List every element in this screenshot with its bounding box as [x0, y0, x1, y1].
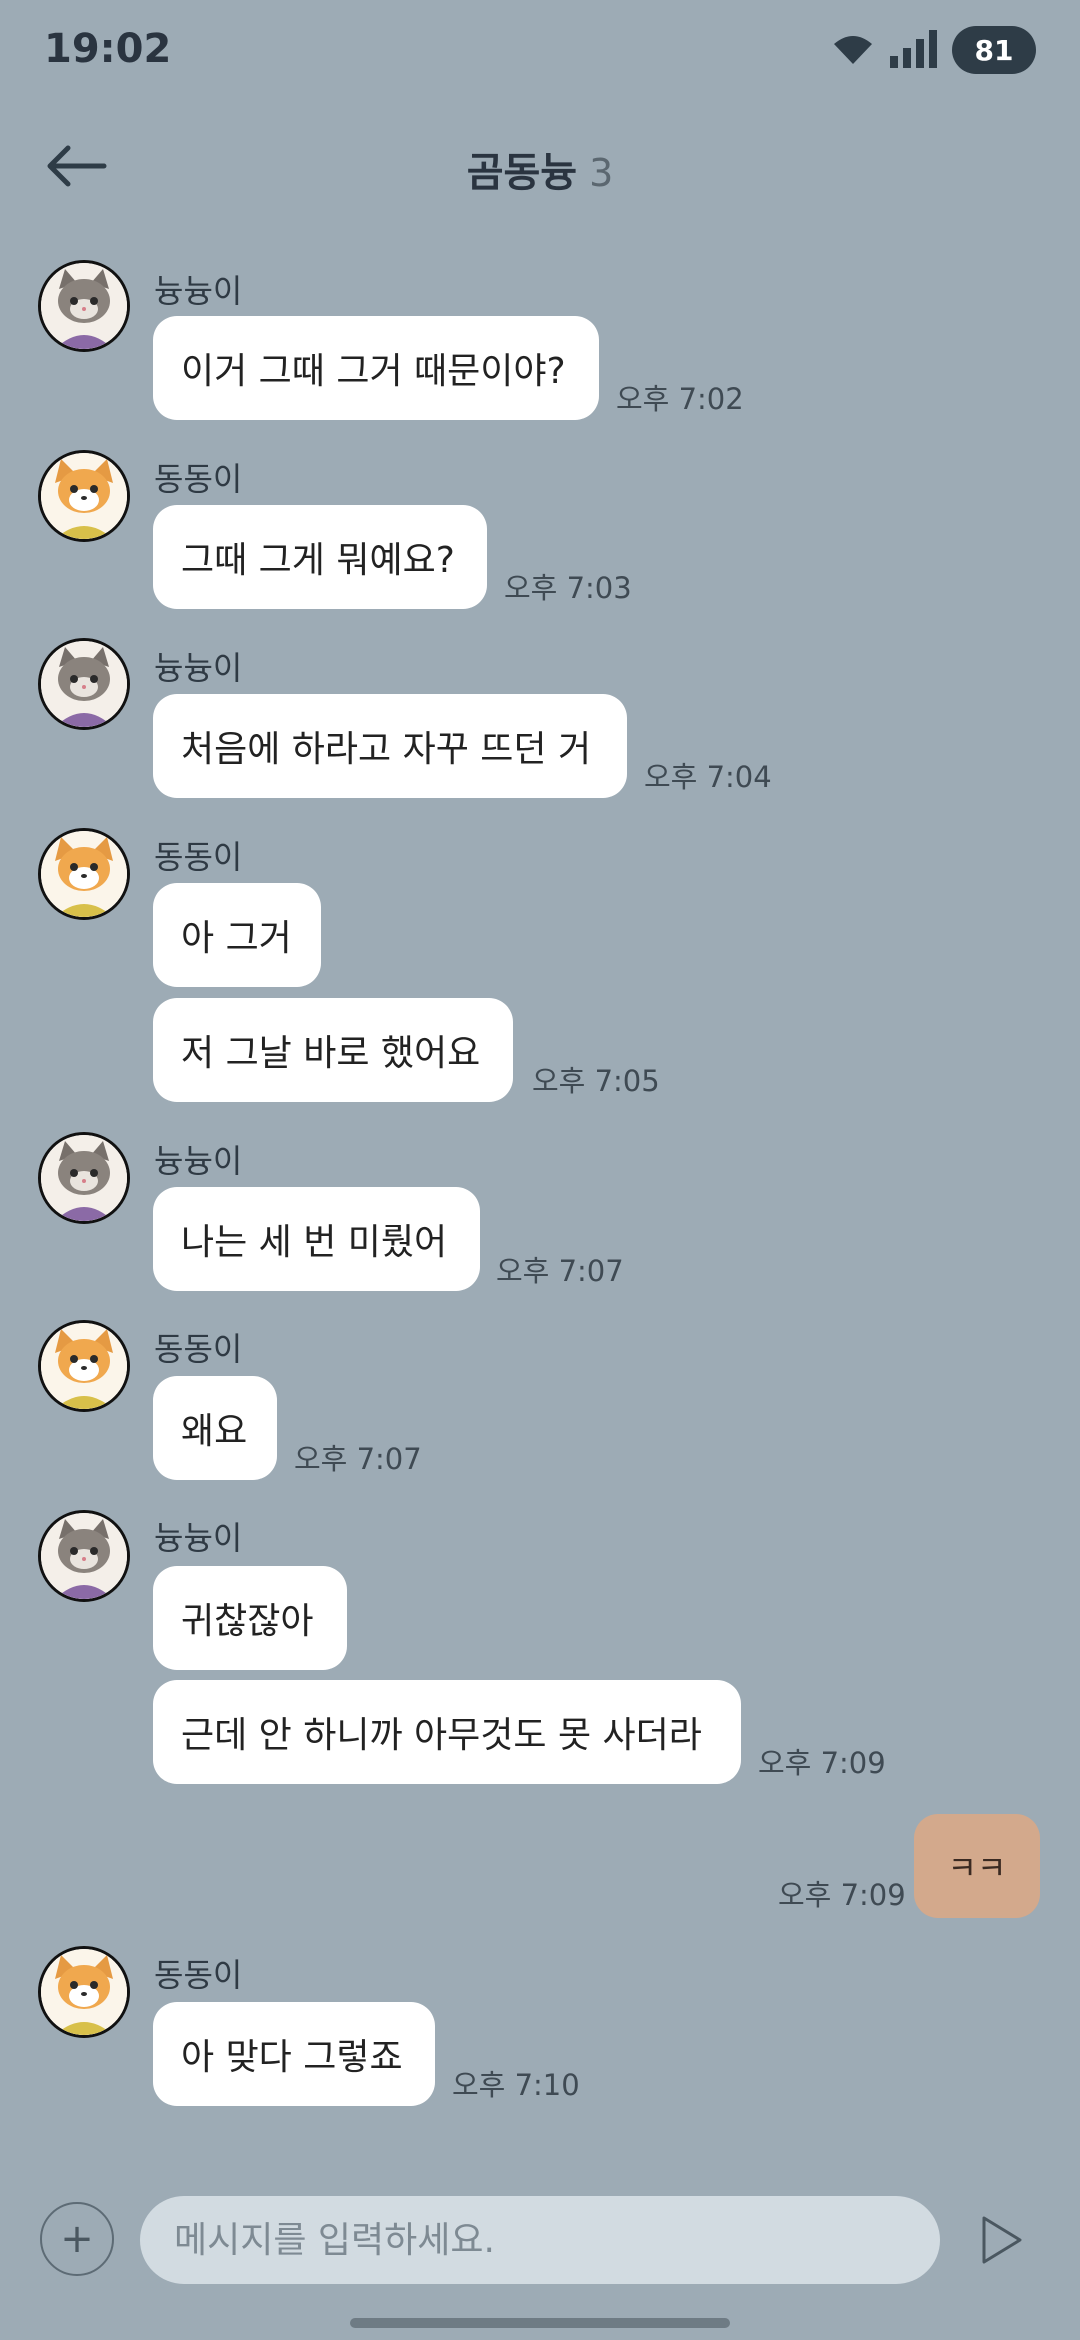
status-bar: 19:02 81	[0, 0, 1080, 100]
dog-avatar-icon	[41, 453, 127, 539]
message-bubble[interactable]: 그때 그게 뭐예요?	[153, 505, 487, 609]
message-time: 오후 7:09	[758, 1746, 886, 1780]
sender-name: 동동이	[154, 1330, 243, 1368]
avatar-dog[interactable]	[38, 450, 130, 542]
avatar-dog[interactable]	[38, 828, 130, 920]
message-bubble[interactable]: 근데 안 하니까 아무것도 못 사더라	[153, 1680, 741, 1784]
wifi-icon	[834, 36, 872, 64]
send-icon[interactable]	[980, 2214, 1024, 2266]
member-count: 3	[589, 151, 614, 195]
chat-header: 곰동늉 3	[0, 110, 1080, 220]
message-bubble[interactable]: 아 맞다 그렇죠	[153, 2002, 435, 2106]
sender-name: 동동이	[154, 838, 243, 876]
avatar-cat[interactable]	[38, 638, 130, 730]
sender-name: 늉늉이	[154, 1142, 243, 1180]
message-time: 오후 7:07	[496, 1254, 624, 1288]
message-bubble[interactable]: 나는 세 번 미뤘어	[153, 1187, 480, 1291]
message-bubble[interactable]: 이거 그때 그거 때문이야?	[153, 316, 599, 420]
sender-name: 늉늉이	[154, 1519, 243, 1557]
sender-name: 늉늉이	[154, 649, 243, 687]
sender-name: 동동이	[154, 460, 243, 498]
sender-name: 늉늉이	[154, 272, 243, 310]
sender-name: 동동이	[154, 1956, 243, 1994]
cat-avatar-icon	[41, 1135, 127, 1221]
message-bubble[interactable]: 저 그날 바로 했어요	[153, 998, 513, 1102]
message-time: 오후 7:10	[452, 2068, 580, 2102]
cat-avatar-icon	[41, 263, 127, 349]
cat-avatar-icon	[41, 641, 127, 727]
my-message-bubble[interactable]: ㅋㅋ	[914, 1814, 1040, 1918]
signal-icon	[890, 30, 937, 68]
message-input[interactable]	[140, 2196, 940, 2284]
message-bubble[interactable]: 처음에 하라고 자꾸 뜨던 거	[153, 694, 627, 798]
message-time: 오후 7:05	[532, 1064, 660, 1098]
message-bubble[interactable]: 귀찮잖아	[153, 1566, 347, 1670]
dog-avatar-icon	[41, 1323, 127, 1409]
home-indicator	[350, 2318, 730, 2328]
message-bubble[interactable]: 아 그거	[153, 883, 321, 987]
dog-avatar-icon	[41, 1949, 127, 2035]
chat-title: 곰동늉	[466, 150, 578, 196]
avatar-dog[interactable]	[38, 1946, 130, 2038]
avatar-dog[interactable]	[38, 1320, 130, 1412]
chat-title-area: 곰동늉 3	[0, 140, 1080, 198]
battery-indicator: 81	[952, 26, 1036, 74]
avatar-cat[interactable]	[38, 260, 130, 352]
message-time: 오후 7:04	[644, 760, 772, 794]
message-bubble[interactable]: 왜요	[153, 1376, 277, 1480]
message-time: 오후 7:09	[778, 1878, 906, 1912]
message-time: 오후 7:03	[504, 571, 632, 605]
message-time: 오후 7:07	[294, 1442, 422, 1476]
avatar-cat[interactable]	[38, 1132, 130, 1224]
avatar-cat[interactable]	[38, 1510, 130, 1602]
cat-avatar-icon	[41, 1513, 127, 1599]
message-time: 오후 7:02	[616, 382, 744, 416]
plus-icon[interactable]: +	[40, 2202, 114, 2276]
dog-avatar-icon	[41, 831, 127, 917]
status-time: 19:02	[44, 26, 172, 72]
